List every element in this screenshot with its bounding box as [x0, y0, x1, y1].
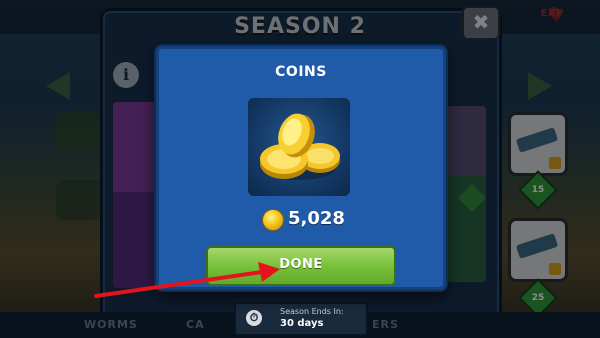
pointer-arrow-icon: [94, 262, 280, 298]
